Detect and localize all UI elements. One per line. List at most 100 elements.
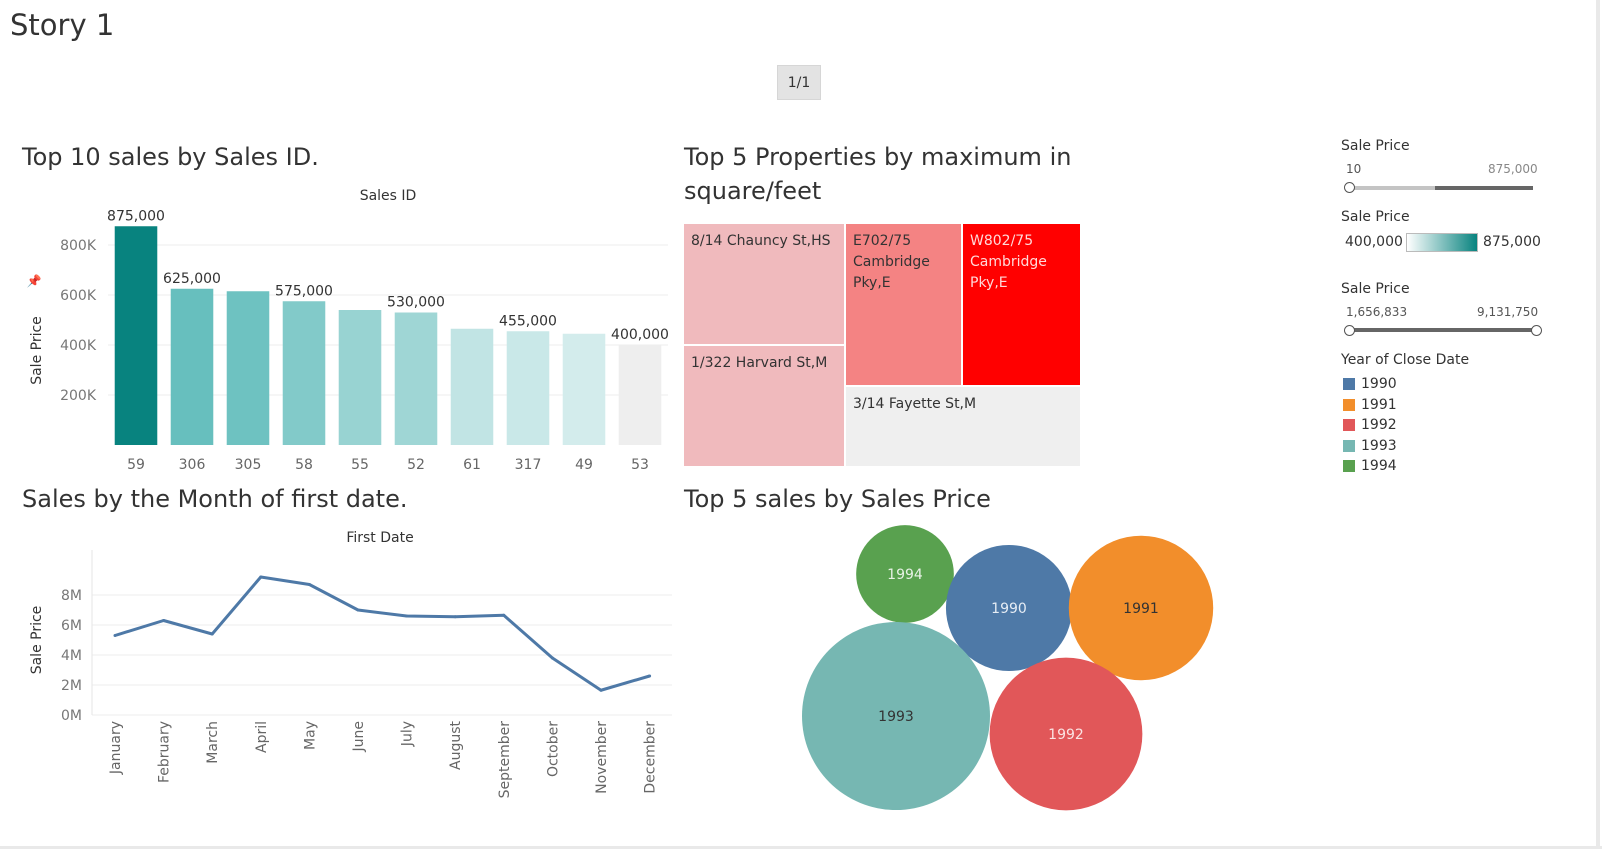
bar-data-label: 575,000 [275, 283, 333, 299]
bar-y-tick-label: 800K [60, 238, 97, 254]
treemap-title-line-1: Top 5 Properties by maximum in [684, 143, 1072, 171]
treemap-cell-label: 8/14 Chauncy St,HS [691, 233, 831, 249]
line-y-tick-label: 2M [61, 678, 82, 694]
year-legend-item[interactable]: 1994 [1343, 456, 1397, 477]
range-filter-1-title: Sale Price [1341, 138, 1410, 154]
bar-x-tick-label: 306 [179, 457, 206, 473]
year-legend-swatch [1343, 419, 1355, 432]
line-point [599, 688, 603, 692]
bar [506, 331, 550, 445]
line-point [113, 634, 117, 637]
line-x-tick-label: January [108, 721, 124, 775]
line-x-tick-label: October [545, 721, 561, 777]
bar [170, 288, 214, 445]
color-legend-max: 875,000 [1483, 234, 1541, 250]
line-series [114, 575, 651, 692]
bar [562, 333, 606, 445]
bar-y-tick-label: 400K [60, 338, 97, 354]
year-legend-title: Year of Close Date [1341, 352, 1470, 368]
range-filter-2-max-handle[interactable] [1531, 325, 1542, 336]
line-x-tick-label: September [497, 721, 513, 799]
bar-chart: Sales ID 200K 400K 600K 800K Sale Price 📌 59 875… [27, 188, 669, 473]
color-legend-gradient [1406, 233, 1478, 252]
bar-x-tick-label: 305 [235, 457, 262, 473]
bubble-chart-title: Top 5 sales by Sales Price [684, 485, 991, 513]
bar-data-label: 455,000 [499, 313, 557, 329]
line-x-tick-label: December [643, 721, 659, 794]
treemap-cell[interactable]: 3/14 Fayette St,M [846, 387, 1080, 466]
bar-data-label: 400,000 [611, 327, 669, 343]
bar-y-axis-label: Sale Price [29, 316, 45, 385]
bar-x-tick-label: 317 [515, 457, 542, 473]
year-legend-item[interactable]: 1992 [1343, 415, 1397, 436]
treemap-cell-label: Pky,E [853, 275, 891, 291]
year-legend-label: 1991 [1361, 396, 1397, 413]
year-legend-item[interactable]: 1991 [1343, 395, 1397, 416]
bubble-label: 1994 [887, 567, 923, 583]
year-legend-item[interactable]: 1993 [1343, 436, 1397, 457]
year-legend[interactable]: 1990 1991 1992 1993 1994 [1343, 374, 1397, 477]
bubble-label: 1992 [1048, 727, 1084, 743]
treemap-cell[interactable]: E702/75 Cambridge Pky,E [846, 224, 961, 385]
bar [226, 291, 270, 445]
color-legend-min: 400,000 [1345, 234, 1403, 250]
bar [394, 312, 438, 445]
bubble-chart: 1994 1990 1991 1993 1992 [802, 525, 1214, 811]
bar-chart-header: Sales ID [360, 188, 417, 204]
line-chart-title: Sales by the Month of first date. [22, 485, 408, 513]
treemap-cell[interactable]: 8/14 Chauncy St,HS [684, 224, 844, 344]
line-point [259, 575, 263, 579]
line-y-tick-label: 8M [61, 588, 82, 604]
year-legend-swatch [1343, 398, 1355, 411]
line-x-tick-label: May [302, 721, 318, 750]
bar-y-tick-label: 200K [60, 388, 97, 404]
line-point [502, 613, 506, 617]
line-point [550, 656, 554, 660]
range-filter-2-min-handle[interactable] [1344, 325, 1355, 336]
year-legend-label: 1994 [1361, 458, 1397, 475]
line-x-tick-label: November [594, 721, 610, 794]
line-x-tick-label: June [351, 721, 367, 753]
treemap-cell[interactable]: 1/322 Harvard St,M [684, 346, 844, 466]
range-filter-2-max: 9,131,750 [1477, 305, 1539, 319]
bar-chart-title: Top 10 sales by Sales ID. [22, 143, 319, 171]
treemap-chart: 8/14 Chauncy St,HS 1/322 Harvard St,M E702… [684, 224, 1080, 466]
year-legend-item[interactable]: 1990 [1343, 374, 1397, 395]
range-filter-1-min: 10 [1346, 162, 1362, 176]
line-point [356, 608, 360, 612]
treemap-cell-label: Cambridge [853, 254, 930, 270]
bar-data-label: 530,000 [387, 295, 445, 311]
story-page-navigator[interactable]: 1/1 [777, 65, 821, 100]
year-legend-swatch [1343, 378, 1355, 391]
bar [282, 301, 326, 445]
bubble-label: 1991 [1123, 601, 1159, 617]
bar [338, 310, 382, 445]
year-legend-swatch [1343, 460, 1355, 473]
bar [450, 328, 494, 445]
year-legend-swatch [1343, 439, 1355, 452]
bar-x-tick-label: 59 [127, 457, 145, 473]
range-filter-1-track[interactable] [1347, 186, 1533, 190]
range-filter-2-track[interactable] [1347, 328, 1537, 332]
line-point [162, 619, 166, 622]
bar [114, 226, 158, 445]
bar-data-label: 625,000 [163, 271, 221, 287]
line-point [453, 615, 457, 619]
treemap-cell-label: 1/322 Harvard St,M [691, 355, 828, 371]
treemap-title-line-2: square/feet [684, 177, 822, 205]
line-chart: First Date 0M 2M 4M 6M 8M Sale Price January Feb… [29, 530, 672, 799]
bar-x-tick-label: 55 [351, 457, 369, 473]
line-point [648, 674, 652, 678]
line-x-tick-label: February [157, 721, 173, 783]
story-title: Story 1 [10, 8, 115, 42]
range-filter-2-min: 1,656,833 [1346, 305, 1408, 319]
year-legend-label: 1993 [1361, 437, 1397, 454]
bar [618, 345, 662, 445]
bar-x-tick-label: 53 [631, 457, 649, 473]
line-chart-header: First Date [346, 530, 413, 546]
range-filter-1-handle[interactable] [1344, 182, 1355, 193]
treemap-cell[interactable]: W802/75 Cambridge Pky,E [963, 224, 1080, 385]
range-filter-2-title: Sale Price [1341, 281, 1410, 297]
vertical-scrollbar[interactable] [1596, 0, 1600, 849]
line-y-tick-label: 6M [61, 618, 82, 634]
